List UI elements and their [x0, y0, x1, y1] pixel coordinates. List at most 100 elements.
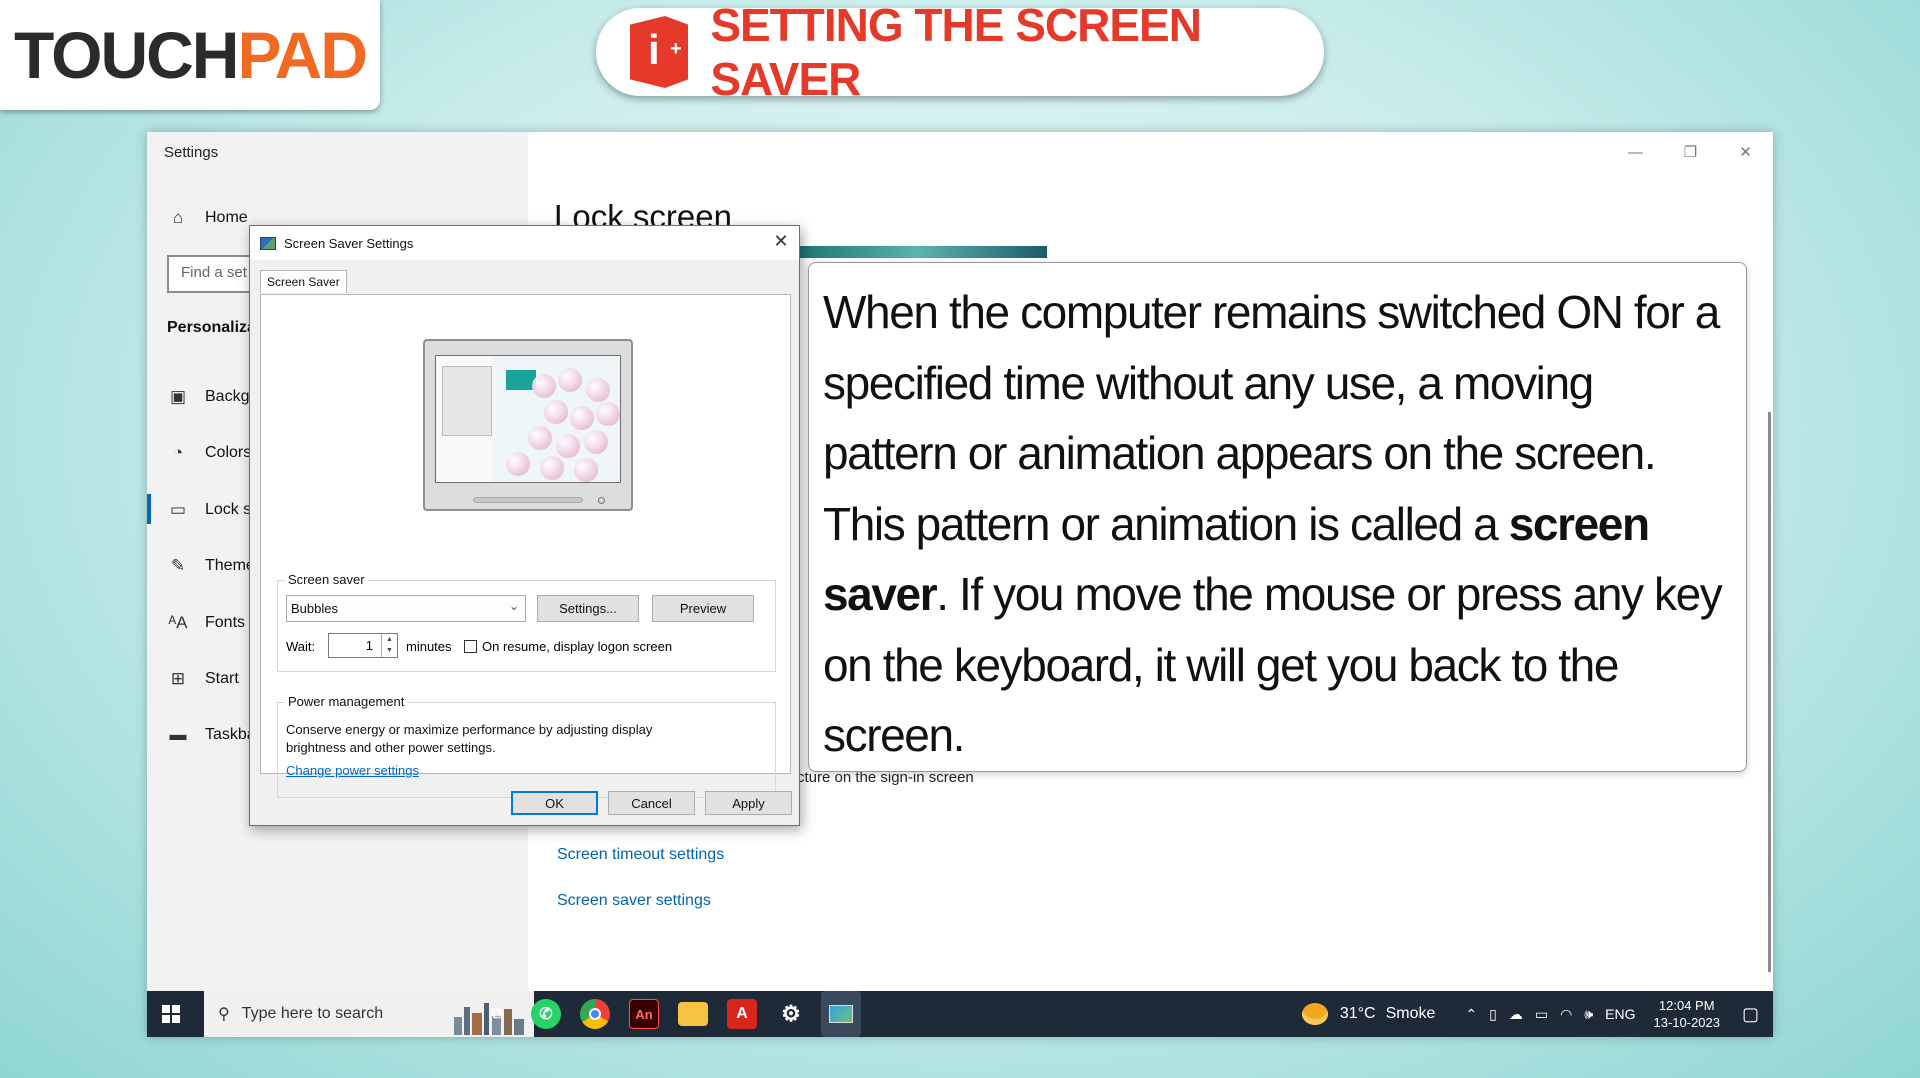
display-icon	[260, 236, 276, 250]
clock[interactable]: 12:04 PM 13-10-2023	[1653, 997, 1720, 1031]
task-view-icon[interactable]: ⧉	[482, 999, 512, 1029]
info-icon-plus: +	[670, 38, 682, 60]
start-icon: ⊞	[170, 669, 186, 688]
file-explorer-icon[interactable]	[678, 1002, 708, 1026]
power-description: Conserve energy or maximize performance …	[286, 722, 653, 755]
device-icon[interactable]: ▯	[1489, 1006, 1497, 1023]
sidebar-item-home[interactable]: ⌂ Home	[167, 208, 248, 228]
explanation-callout: When the computer remains switched ON fo…	[808, 262, 1747, 772]
minimize-button[interactable]: —	[1608, 132, 1663, 172]
sidebar-item-colors[interactable]: ◔ Colors	[167, 443, 251, 463]
sidebar-item-taskbar[interactable]: ▬ Taskba	[167, 725, 256, 745]
lock-screen-preview-image	[789, 246, 1047, 258]
clock-date: 13-10-2023	[1653, 1015, 1720, 1030]
screen-saver-settings-dialog: Screen Saver Settings ✕ Screen Saver Scr…	[249, 225, 800, 826]
dialog-close-button[interactable]: ✕	[771, 232, 791, 252]
start-button[interactable]	[147, 991, 194, 1037]
windows-icon	[161, 1005, 180, 1023]
touchpad-logo: TOUCH PAD	[0, 0, 380, 110]
taskbar-icon: ▬	[169, 725, 187, 744]
preview-screen	[435, 355, 621, 483]
minutes-label: minutes	[406, 639, 452, 654]
weather-widget[interactable]: 31°C Smoke	[1301, 1003, 1436, 1025]
acrobat-icon[interactable]: A	[727, 999, 757, 1029]
power-management-group: Power management Conserve energy or maxi…	[277, 694, 776, 798]
active-indicator	[147, 494, 151, 524]
callout-text-end: . If you move the mouse or press any key…	[823, 568, 1723, 761]
tab-screen-saver[interactable]: Screen Saver	[260, 270, 347, 293]
whatsapp-icon[interactable]: ✆	[531, 999, 561, 1029]
sidebar-item-label: Start	[205, 670, 239, 687]
preview-button[interactable]: Preview	[652, 595, 754, 622]
volume-icon[interactable]: 🕪	[1584, 1006, 1593, 1023]
sidebar-item-themes[interactable]: ✎ Theme	[167, 556, 255, 576]
sidebar-item-label: Theme	[205, 557, 255, 574]
settings-button[interactable]: Settings...	[537, 595, 639, 622]
selected-screen-saver: Bubbles	[291, 601, 338, 616]
sidebar-item-label: Colors	[205, 444, 252, 461]
monitor-preview	[423, 339, 633, 511]
lock-screen-icon: ▭	[169, 500, 187, 519]
settings-window-title: Settings	[164, 144, 219, 161]
wifi-icon[interactable]: ◠	[1560, 1006, 1572, 1023]
language-indicator[interactable]: ENG	[1605, 1006, 1635, 1022]
stepper-arrows-icon[interactable]: ▲ ▼	[381, 634, 397, 657]
sidebar-item-fonts[interactable]: ᴬA Fonts	[167, 613, 245, 633]
close-button[interactable]: ✕	[1718, 132, 1773, 172]
sidebar-item-label: Home	[205, 209, 248, 226]
sidebar-item-label: Backgr	[205, 388, 255, 405]
wait-value: 1	[365, 638, 373, 653]
dialog-title: Screen Saver Settings	[284, 235, 414, 251]
screen-saver-group: Screen saver Bubbles ⌄ Settings... Previ…	[277, 572, 776, 672]
resume-logon-checkbox[interactable]	[464, 640, 477, 653]
restore-button[interactable]: ❐	[1663, 132, 1718, 172]
screen-timeout-settings-link[interactable]: Screen timeout settings	[557, 846, 724, 864]
power-button-icon	[598, 497, 605, 504]
search-icon: ⚲	[218, 1006, 230, 1023]
search-placeholder: Type here to search	[241, 1005, 384, 1022]
lesson-title: SETTING THE SCREEN SAVER	[710, 0, 1202, 105]
ok-button[interactable]: OK	[511, 791, 598, 815]
weather-temp: 31°C	[1339, 1005, 1376, 1022]
home-icon: ⌂	[172, 208, 184, 227]
wait-minutes-stepper[interactable]: 1 ▲ ▼	[328, 633, 398, 658]
taskbar: ⚲ Type here to search ⧉ ✆ An A ⚙ 31°C Sm…	[147, 991, 1773, 1037]
wait-label: Wait:	[286, 639, 316, 654]
logo-touch-text: TOUCH	[14, 18, 239, 92]
system-tray: 31°C Smoke ⌃ ▯ ☁ ▭ ◠ 🕪 ENG 12:04 PM 13-1…	[1301, 991, 1773, 1037]
weather-desc: Smoke	[1385, 1005, 1436, 1022]
palette-icon: ◔	[172, 443, 184, 462]
weather-sun-icon	[1301, 1003, 1328, 1025]
onedrive-cloud-icon[interactable]: ☁	[1509, 1006, 1523, 1023]
chrome-icon[interactable]	[580, 999, 610, 1029]
animate-icon[interactable]: An	[629, 999, 659, 1029]
settings-icon[interactable]: ⚙	[776, 999, 806, 1029]
screen-saver-select[interactable]: Bubbles ⌄	[286, 595, 526, 622]
clock-time: 12:04 PM	[1658, 998, 1715, 1013]
chevron-down-icon: ⌄	[508, 599, 519, 613]
screen-saver-panel: Screen saver Bubbles ⌄ Settings... Previ…	[260, 294, 791, 798]
section-heading: Personaliza	[167, 319, 256, 336]
theme-icon: ✎	[170, 556, 186, 575]
change-power-settings-link[interactable]: Change power settings	[286, 763, 419, 778]
lesson-title-banner: i + SETTING THE SCREEN SAVER	[596, 0, 1324, 105]
monitor-base	[473, 497, 583, 503]
chevron-up-icon[interactable]: ⌃	[1465, 1006, 1477, 1023]
battery-icon[interactable]: ▭	[1535, 1006, 1548, 1023]
group-label: Power management	[285, 694, 408, 709]
scrollbar[interactable]	[1768, 412, 1771, 972]
screen-saver-settings-link[interactable]: Screen saver settings	[557, 892, 711, 910]
apply-button[interactable]: Apply	[705, 791, 792, 815]
sidebar-item-start[interactable]: ⊞ Start	[167, 669, 239, 689]
control-panel-icon[interactable]	[821, 991, 861, 1037]
notifications-icon[interactable]: ▢	[1742, 1004, 1759, 1025]
cancel-button[interactable]: Cancel	[608, 791, 695, 815]
info-plus-icon: i +	[630, 16, 689, 88]
resume-logon-label: On resume, display logon screen	[482, 639, 673, 654]
image-icon: ▣	[169, 387, 187, 406]
sidebar-item-lock-screen[interactable]: ▭ Lock s	[167, 500, 251, 520]
fonts-icon: ᴬA	[168, 613, 188, 632]
logo-pad-text: PAD	[237, 18, 367, 92]
sidebar-item-background[interactable]: ▣ Backgr	[167, 387, 255, 407]
info-icon-letter: i	[648, 26, 660, 73]
